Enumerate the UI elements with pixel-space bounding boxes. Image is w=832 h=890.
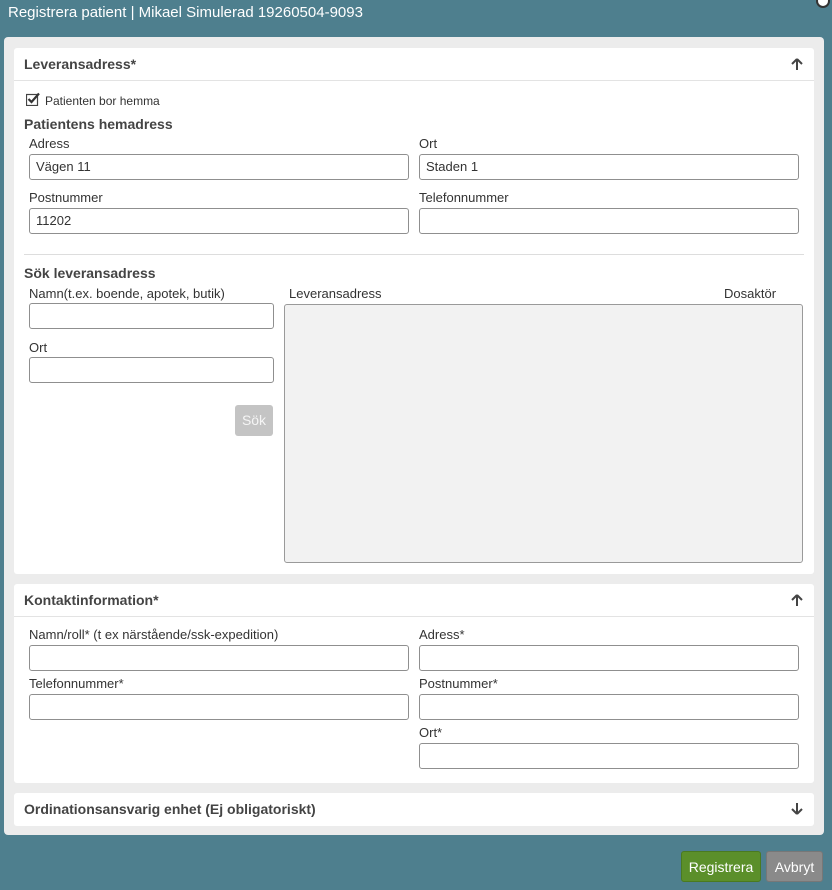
contact-name-field[interactable] <box>29 645 409 671</box>
contact-address-label: Adress* <box>419 627 465 642</box>
dialog-title: Registrera patient | Mikael Simulerad 19… <box>8 4 363 21</box>
contact-postal-label: Postnummer* <box>419 676 498 691</box>
dose-actor-column: Dosaktör <box>724 286 777 301</box>
ordering-unit-title: Ordinationsansvarig enhet (Ej obligatori… <box>24 801 316 817</box>
ordering-unit-panel[interactable]: Ordinationsansvarig enhet (Ej obligatori… <box>14 793 814 826</box>
contact-info-title: Kontaktinformation* <box>24 592 159 608</box>
register-patient-dialog: Leveransadress* Patienten bor hemma Pati… <box>4 37 824 835</box>
arrow-up-icon[interactable] <box>790 57 804 71</box>
search-city-label: Ort <box>29 340 48 355</box>
lives-home-label: Patienten bor hemma <box>45 94 160 108</box>
phone-field[interactable] <box>419 208 799 234</box>
postal-code-label: Postnummer <box>29 190 103 205</box>
contact-info-header[interactable]: Kontaktinformation* <box>14 584 814 617</box>
cancel-button[interactable]: Avbryt <box>766 851 823 882</box>
postal-code-field[interactable]: 11202 <box>29 208 409 234</box>
search-button[interactable]: Sök <box>235 405 273 436</box>
contact-phone-field[interactable] <box>29 694 409 720</box>
search-name-label: Namn(t.ex. boende, apotek, butik) <box>29 286 225 301</box>
delivery-address-title: Leveransadress* <box>24 56 137 72</box>
phone-label: Telefonnummer <box>419 190 509 205</box>
register-button[interactable]: Registrera <box>681 851 761 882</box>
city-field[interactable]: Staden 1 <box>419 154 799 180</box>
contact-name-label: Namn/roll* (t ex närstående/ssk-expediti… <box>29 627 279 642</box>
delivery-address-results[interactable] <box>284 304 803 563</box>
city-label: Ort <box>419 136 438 151</box>
address-label: Adress <box>29 136 70 151</box>
arrow-down-icon[interactable] <box>790 802 804 816</box>
delivery-address-panel: Leveransadress* Patienten bor hemma Pati… <box>14 48 814 574</box>
lives-home-checkbox[interactable] <box>26 92 40 106</box>
address-field[interactable]: Vägen 11 <box>29 154 409 180</box>
section-divider <box>24 254 804 255</box>
home-address-title: Patientens hemadress <box>24 116 173 132</box>
delivery-address-column: Leveransadress <box>289 286 382 301</box>
search-city-field[interactable] <box>29 357 274 383</box>
contact-phone-label: Telefonnummer* <box>29 676 124 691</box>
close-icon[interactable] <box>816 0 830 8</box>
delivery-address-header[interactable]: Leveransadress* <box>14 48 814 81</box>
ordering-unit-header[interactable]: Ordinationsansvarig enhet (Ej obligatori… <box>14 793 814 826</box>
search-delivery-title: Sök leveransadress <box>24 265 156 281</box>
contact-city-label: Ort* <box>419 725 443 740</box>
contact-city-field[interactable] <box>419 743 799 769</box>
search-name-field[interactable] <box>29 303 274 329</box>
contact-info-panel: Kontaktinformation* Namn/roll* (t ex när… <box>14 584 814 783</box>
contact-address-field[interactable] <box>419 645 799 671</box>
arrow-up-icon[interactable] <box>790 593 804 607</box>
contact-postal-field[interactable] <box>419 694 799 720</box>
